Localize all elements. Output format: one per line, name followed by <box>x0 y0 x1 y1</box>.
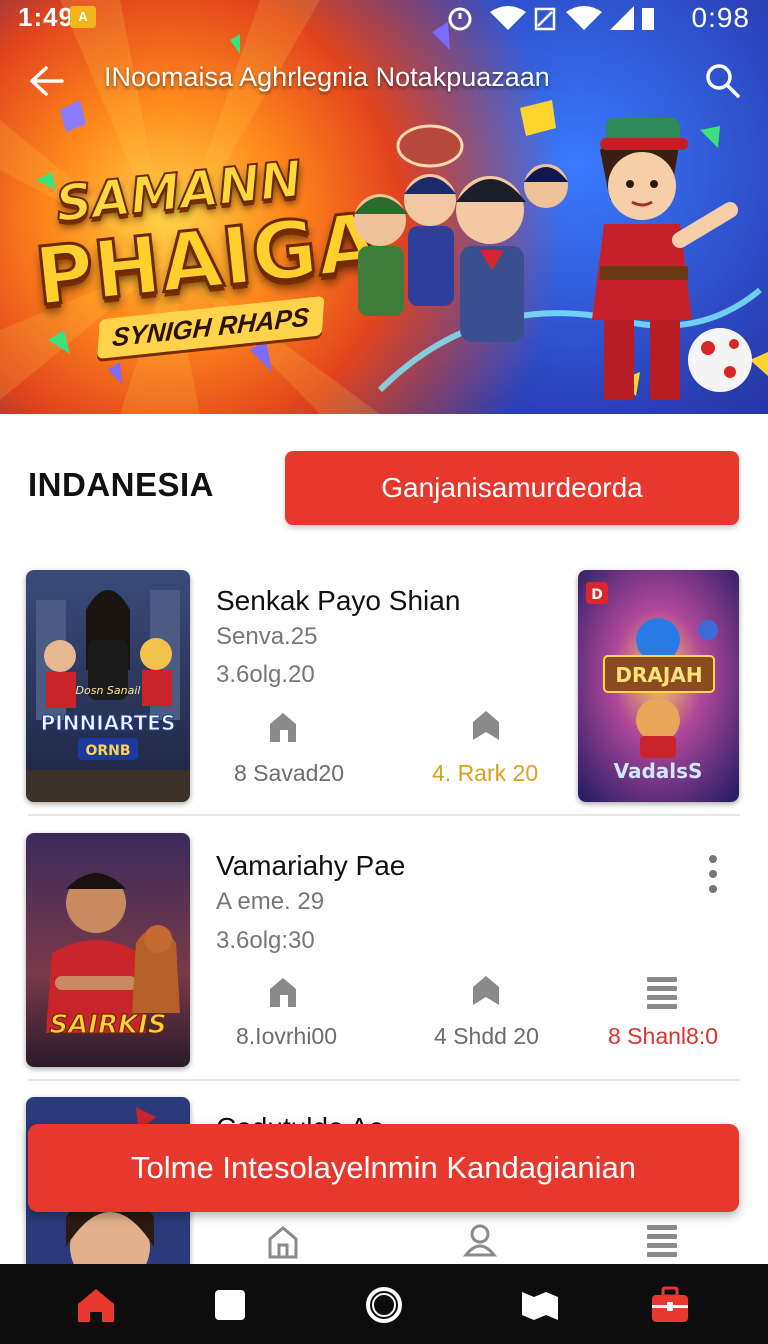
poster-art: SAIRKIS <box>26 833 190 1067</box>
item-thumbnail[interactable]: SAIRKIS <box>26 833 190 1067</box>
map-icon[interactable] <box>519 1284 561 1326</box>
hero-banner[interactable]: 1:49 A 0:98 INoomaisa Aghrlegnia Notakpu… <box>0 0 768 414</box>
promo-banner: DRAJAH <box>615 663 702 687</box>
arrow-left-icon[interactable] <box>24 58 70 104</box>
poster-caption-bottom: ORNB <box>85 743 130 759</box>
disc-illustration <box>396 124 464 168</box>
wifi-icon-2 <box>566 6 602 30</box>
item-subtitle: Senva.25 <box>216 623 318 650</box>
promo-tag: D <box>591 587 603 603</box>
battery-icon <box>642 8 654 30</box>
alarm-icon <box>448 7 472 31</box>
notification-badge: A <box>70 6 96 28</box>
signal-icon <box>610 6 634 30</box>
promo-card[interactable]: D DRAJAH VadalsS <box>578 570 739 802</box>
status-bar: 1:49 A 0:98 <box>0 0 768 36</box>
bookmark-icon[interactable] <box>469 973 503 1007</box>
ball-illustration <box>688 328 752 392</box>
item-title[interactable]: Vamariahy Pae <box>216 850 405 882</box>
stat-label: 4 Shdd 20 <box>434 1023 539 1049</box>
home-icon[interactable] <box>266 1225 300 1259</box>
square-icon[interactable] <box>209 1284 251 1326</box>
bookmark-icon[interactable] <box>469 708 503 742</box>
circle-icon[interactable] <box>363 1284 405 1326</box>
home-icon[interactable] <box>266 710 300 744</box>
divider <box>28 814 740 816</box>
character-back-2 <box>404 174 456 306</box>
user-icon[interactable] <box>463 1223 497 1257</box>
promo-caption: VadalsS <box>614 759 703 783</box>
bottom-navigation <box>0 1264 768 1344</box>
section-action-button[interactable]: Ganjanisamurdeorda <box>285 451 739 525</box>
page-title: INoomaisa Aghrlegnia Notakpuazaan <box>104 62 550 92</box>
more-vertical-icon[interactable] <box>698 853 728 897</box>
poster-caption-top: Dosn Sanail <box>76 684 141 697</box>
wifi-icon <box>490 6 526 30</box>
item-thumbnail[interactable]: Dosn Sanail PINNIARTES ORNB <box>26 570 190 802</box>
section-title: INDANESIA <box>28 466 215 503</box>
poster-caption: SAIRKIS <box>49 1010 166 1040</box>
divider <box>28 1079 740 1081</box>
character-boy <box>456 176 526 342</box>
status-clock: 0:98 <box>691 2 750 33</box>
poster-caption: PINNIARTES <box>41 711 176 735</box>
status-icons <box>448 6 654 31</box>
status-time: 1:49 <box>18 2 75 32</box>
stat-label: 8 Savad20 <box>234 760 344 786</box>
home-icon[interactable] <box>266 975 300 1009</box>
item-meta: 3.6olg.20 <box>216 661 315 688</box>
item-subtitle: A eme. 29 <box>216 888 325 915</box>
item-meta: 3.6olg:30 <box>216 927 315 954</box>
home-icon[interactable] <box>75 1284 117 1326</box>
list-icon[interactable] <box>645 1223 679 1257</box>
promo-art: D DRAJAH VadalsS <box>578 570 739 802</box>
bag-icon[interactable] <box>649 1284 691 1326</box>
character-back-3 <box>524 164 568 208</box>
poster-art: Dosn Sanail PINNIARTES ORNB <box>26 570 190 802</box>
character-back-1 <box>354 194 408 316</box>
stat-label: 8.Iovrhi00 <box>236 1023 338 1049</box>
stat-label: 4. Rark 20 <box>432 760 539 786</box>
sim-icon <box>534 7 556 31</box>
item-title[interactable]: Senkak Payo Shian <box>216 585 460 617</box>
stat-label: 8 Shanl8:0 <box>608 1023 718 1049</box>
list-icon[interactable] <box>645 975 679 1009</box>
cta-button[interactable]: Tolme Intesolayelnmin Kandagianian <box>28 1124 739 1212</box>
hero-characters-illustration <box>354 118 762 400</box>
